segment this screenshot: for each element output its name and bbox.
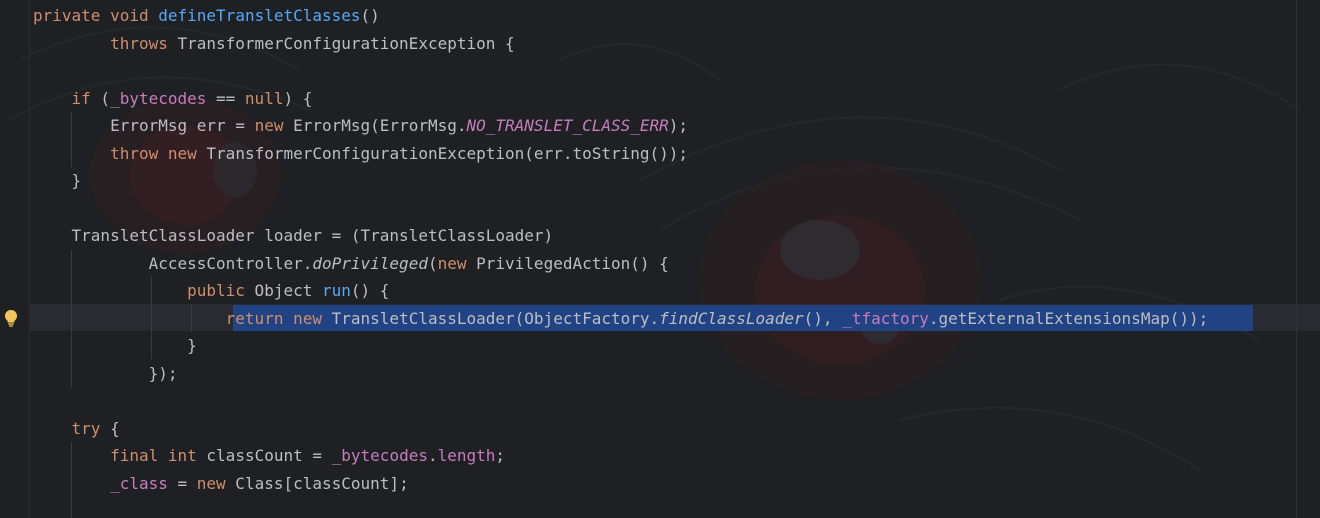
code-line[interactable]: throws TransformerConfigurationException… [33, 30, 1208, 58]
code-token: ErrorMsg(ErrorMsg. [283, 116, 467, 135]
code-editor[interactable]: private void defineTransletClasses() thr… [0, 0, 1320, 518]
code-token: findClassLoader [659, 308, 804, 328]
code-token: ErrorMsg err = [33, 116, 255, 135]
code-token: { [100, 418, 120, 438]
code-token: TransformerConfigurationException(err.to… [196, 143, 689, 163]
code-line[interactable]: return new TransletClassLoader(ObjectFac… [33, 305, 1209, 333]
code-token: TransletClassLoader loader = (TransletCl… [33, 226, 554, 245]
code-token: new [293, 308, 322, 328]
code-token: } [33, 336, 197, 355]
code-token: AccessController. [33, 253, 313, 273]
code-token: throws [110, 33, 168, 53]
code-token: length [437, 446, 496, 465]
code-token: return [225, 308, 284, 328]
code-line[interactable] [33, 57, 1208, 85]
code-line[interactable]: }); [33, 360, 1208, 388]
code-line[interactable]: ErrorMsg err = new ErrorMsg(ErrorMsg.NO_… [33, 112, 1208, 140]
code-token: doPrivileged [312, 253, 428, 273]
code-line[interactable]: _class = new Class[classCount]; [33, 470, 1208, 498]
code-token: _bytecodes [331, 446, 428, 465]
right-margin-guide [1296, 0, 1297, 518]
code-token: () { [350, 281, 390, 300]
code-token: classCount = [196, 446, 332, 465]
code-token: . [427, 446, 438, 465]
code-token: ); [668, 116, 689, 135]
code-token: } [33, 171, 82, 190]
code-token: try [71, 418, 101, 438]
code-token: new [254, 116, 284, 135]
code-token: ) { [283, 88, 313, 108]
code-token: TransformerConfigurationException { [167, 33, 515, 53]
code-token: = [167, 473, 197, 493]
lightbulb-icon[interactable] [3, 309, 19, 327]
code-token: TransletClassLoader(ObjectFactory. [322, 308, 660, 328]
code-token: new [437, 253, 467, 273]
code-line[interactable] [33, 387, 1208, 415]
code-token: ( [90, 88, 111, 108]
code-token: private [33, 6, 101, 25]
code-token: defineTransletClasses [158, 6, 361, 25]
code-token: Object [244, 281, 322, 300]
code-token: if [71, 88, 91, 108]
code-token: throw [110, 143, 159, 163]
code-token: ; [495, 446, 506, 465]
code-token: _bytecodes [110, 88, 207, 108]
code-line[interactable]: throw new TransformerConfigurationExcept… [33, 140, 1208, 168]
code-token: () [360, 6, 380, 25]
code-token: public [187, 281, 245, 300]
code-line[interactable]: TransletClassLoader loader = (TransletCl… [33, 222, 1208, 250]
code-token: ( [427, 253, 438, 273]
gutter-separator [29, 0, 30, 518]
code-line[interactable]: private void defineTransletClasses() [33, 2, 1208, 30]
code-token: NO_TRANSLET_CLASS_ERR [466, 116, 669, 135]
code-token: }); [33, 363, 178, 383]
code-line[interactable]: final int classCount = _bytecodes.length… [33, 442, 1208, 470]
code-text[interactable]: private void defineTransletClasses() thr… [33, 2, 1208, 497]
code-line[interactable]: try { [33, 415, 1208, 443]
code-token: == [206, 88, 245, 108]
code-token: _tfactory [842, 308, 929, 328]
code-token: new [167, 143, 197, 163]
code-token: run [321, 281, 351, 300]
code-token: null [244, 88, 284, 108]
code-token: int [167, 446, 197, 465]
code-token: Class[classCount]; [225, 473, 409, 493]
code-token: final [110, 446, 159, 465]
code-token: (), [803, 308, 843, 328]
code-token: new [196, 473, 226, 493]
code-line[interactable] [33, 195, 1208, 223]
code-line[interactable]: AccessController.doPrivileged(new Privil… [33, 250, 1208, 278]
code-token: .getExternalExtensionsMap()); [928, 308, 1209, 328]
code-token: PrivilegedAction() { [466, 253, 669, 273]
code-token: _class [110, 473, 168, 493]
editor-gutter [0, 0, 28, 518]
code-line[interactable]: if (_bytecodes == null) { [33, 85, 1208, 113]
code-line[interactable]: public Object run() { [33, 277, 1208, 305]
code-line[interactable]: } [33, 167, 1208, 195]
code-token: void [110, 6, 149, 25]
code-line[interactable]: } [33, 332, 1208, 360]
